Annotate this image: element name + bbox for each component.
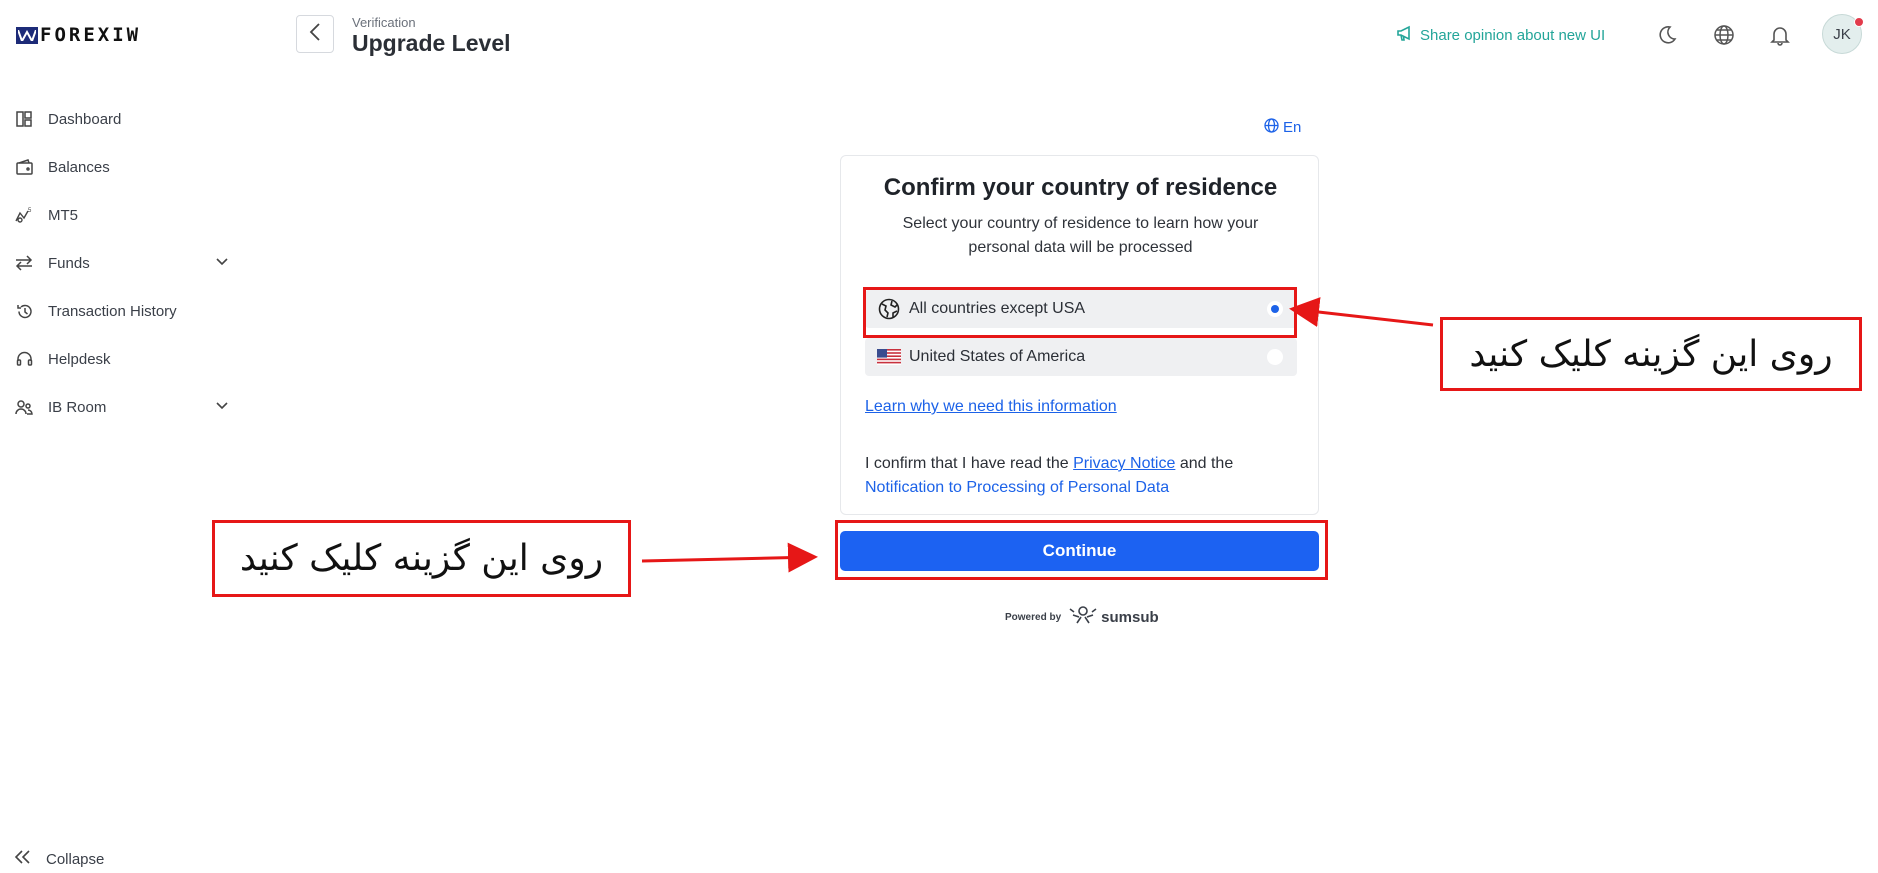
chevron-left-icon <box>309 22 321 46</box>
language-selector[interactable]: En <box>1264 118 1301 137</box>
learn-why-link[interactable]: Learn why we need this information <box>865 398 1117 416</box>
sidebar-item-balances[interactable]: Balances <box>14 152 229 182</box>
users-icon <box>14 397 34 417</box>
page-title: Upgrade Level <box>352 30 511 56</box>
share-opinion-link[interactable]: Share opinion about new UI <box>1396 25 1605 45</box>
consent-prefix: I confirm that I have read the <box>865 455 1069 472</box>
option-all-countries-except-usa[interactable]: All countries except USA <box>865 290 1297 328</box>
consent-text: I confirm that I have read the Privacy N… <box>865 452 1285 500</box>
sidebar-item-helpdesk[interactable]: Helpdesk <box>14 344 229 374</box>
radio-button[interactable] <box>1267 349 1283 365</box>
sidebar-item-dashboard[interactable]: Dashboard <box>14 104 229 134</box>
privacy-notice-link[interactable]: Privacy Notice <box>1073 455 1175 472</box>
sidebar-item-label: Helpdesk <box>48 350 111 368</box>
sumsub-brand: sumsub <box>1101 609 1159 626</box>
chevron-down-icon[interactable] <box>215 399 229 418</box>
sumsub-logo-icon <box>1069 605 1097 630</box>
radio-button-selected[interactable] <box>1267 301 1283 317</box>
option-label: United States of America <box>909 348 1086 365</box>
share-opinion-label: Share opinion about new UI <box>1420 26 1606 44</box>
card-title: Confirm your country of residence <box>883 174 1278 201</box>
dashboard-icon <box>14 109 34 129</box>
chevron-down-icon[interactable] <box>215 255 229 274</box>
double-chevron-left-icon <box>14 849 32 870</box>
headset-icon <box>14 349 34 369</box>
annotation-note-continue: روی این گزینه کلیک کنید <box>212 520 631 597</box>
sidebar-item-ib-room[interactable]: IB Room <box>14 392 229 422</box>
language-label: En <box>1283 119 1302 136</box>
sidebar-item-funds[interactable]: Funds <box>14 248 229 278</box>
logo-text: FOREXIW <box>40 24 142 46</box>
powered-by-label: Powered by <box>1005 612 1062 623</box>
powered-by-sumsub: Powered by sumsub <box>1005 605 1159 630</box>
sidebar-item-label: Balances <box>48 158 110 176</box>
globe-icon <box>1264 118 1283 137</box>
sidebar-item-label: IB Room <box>48 398 107 416</box>
notification-dot <box>1854 17 1864 27</box>
svg-text:5: 5 <box>28 208 32 214</box>
sidebar-item-label: Dashboard <box>48 110 122 128</box>
continue-button[interactable]: Continue <box>840 531 1319 571</box>
wallet-icon <box>14 157 34 177</box>
consent-middle: and the <box>1179 455 1234 472</box>
brand-logo[interactable]: FOREXIW <box>16 24 142 46</box>
back-button[interactable] <box>296 15 334 53</box>
world-globe-icon <box>877 297 901 321</box>
option-label: All countries except USA <box>909 300 1086 317</box>
collapse-button[interactable]: Collapse <box>14 846 104 872</box>
notification-bell-icon[interactable] <box>1767 22 1793 48</box>
megaphone-icon <box>1396 25 1420 45</box>
annotation-arrow-continue <box>641 542 818 573</box>
sidebar-item-label: Transaction History <box>48 302 177 320</box>
collapse-label: Collapse <box>46 850 105 868</box>
language-globe-icon[interactable] <box>1711 22 1737 48</box>
card-subtitle: Select your country of residence to lear… <box>902 215 1259 256</box>
logo-mark-icon <box>16 26 38 44</box>
breadcrumb: Verification <box>352 15 416 30</box>
us-flag-icon <box>877 345 901 369</box>
mt5-icon: 5 <box>14 205 34 225</box>
dark-mode-icon[interactable] <box>1654 22 1680 48</box>
option-united-states[interactable]: United States of America <box>865 338 1297 376</box>
country-card: Confirm your country of residence Select… <box>840 155 1319 515</box>
sidebar-item-transaction-history[interactable]: Transaction History <box>14 296 229 326</box>
sidebar-item-label: Funds <box>48 254 90 272</box>
history-icon <box>14 301 34 321</box>
transfer-icon <box>14 253 34 273</box>
annotation-note-option: روی این گزینه کلیک کنید <box>1440 317 1862 391</box>
sidebar-item-label: MT5 <box>48 206 78 224</box>
notification-processing-link[interactable]: Notification to Processing of Personal D… <box>865 479 1169 496</box>
sidebar-item-mt5[interactable]: 5 MT5 <box>14 200 229 230</box>
